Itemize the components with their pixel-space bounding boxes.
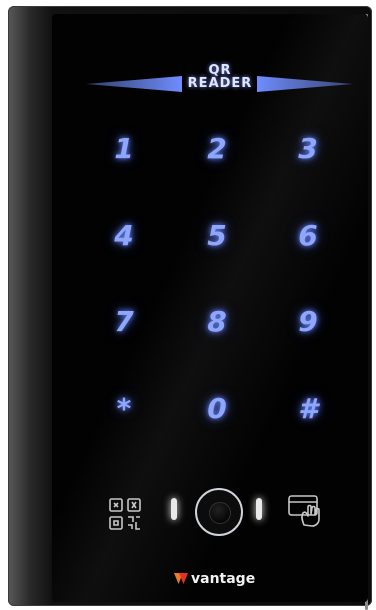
key-star[interactable]: *	[94, 384, 154, 434]
key-hash[interactable]: #	[278, 384, 338, 434]
key-4[interactable]: 4	[94, 211, 154, 261]
key-5[interactable]: 5	[187, 211, 247, 261]
key-1[interactable]: 1	[94, 124, 154, 174]
camera-lens	[209, 502, 231, 524]
vantage-logo-text: vantage	[191, 571, 256, 587]
right-indicator-led	[256, 498, 262, 520]
right-light-wedge	[257, 76, 353, 92]
vantage-logo: vantage	[174, 570, 264, 588]
key-9[interactable]: 9	[278, 297, 338, 347]
brand-line-2: READER	[187, 76, 253, 91]
camera-icon	[195, 488, 243, 536]
card-tap-icon	[288, 495, 320, 527]
key-3[interactable]: 3	[278, 124, 338, 174]
left-indicator-led	[171, 498, 177, 520]
key-0[interactable]: 0	[187, 384, 247, 434]
key-8[interactable]: 8	[187, 297, 247, 347]
key-7[interactable]: 7	[94, 297, 154, 347]
vantage-logo-mark-icon	[174, 573, 188, 584]
keypad-panel: QR READER 1 2 3 4 5 6 7 8 9 * 0 # vantag…	[52, 14, 368, 602]
key-6[interactable]: 6	[278, 211, 338, 261]
key-2[interactable]: 2	[187, 124, 247, 174]
qr-code-icon	[109, 498, 141, 530]
qr-reader-label: QR READER	[182, 64, 258, 90]
left-light-wedge	[86, 76, 182, 92]
